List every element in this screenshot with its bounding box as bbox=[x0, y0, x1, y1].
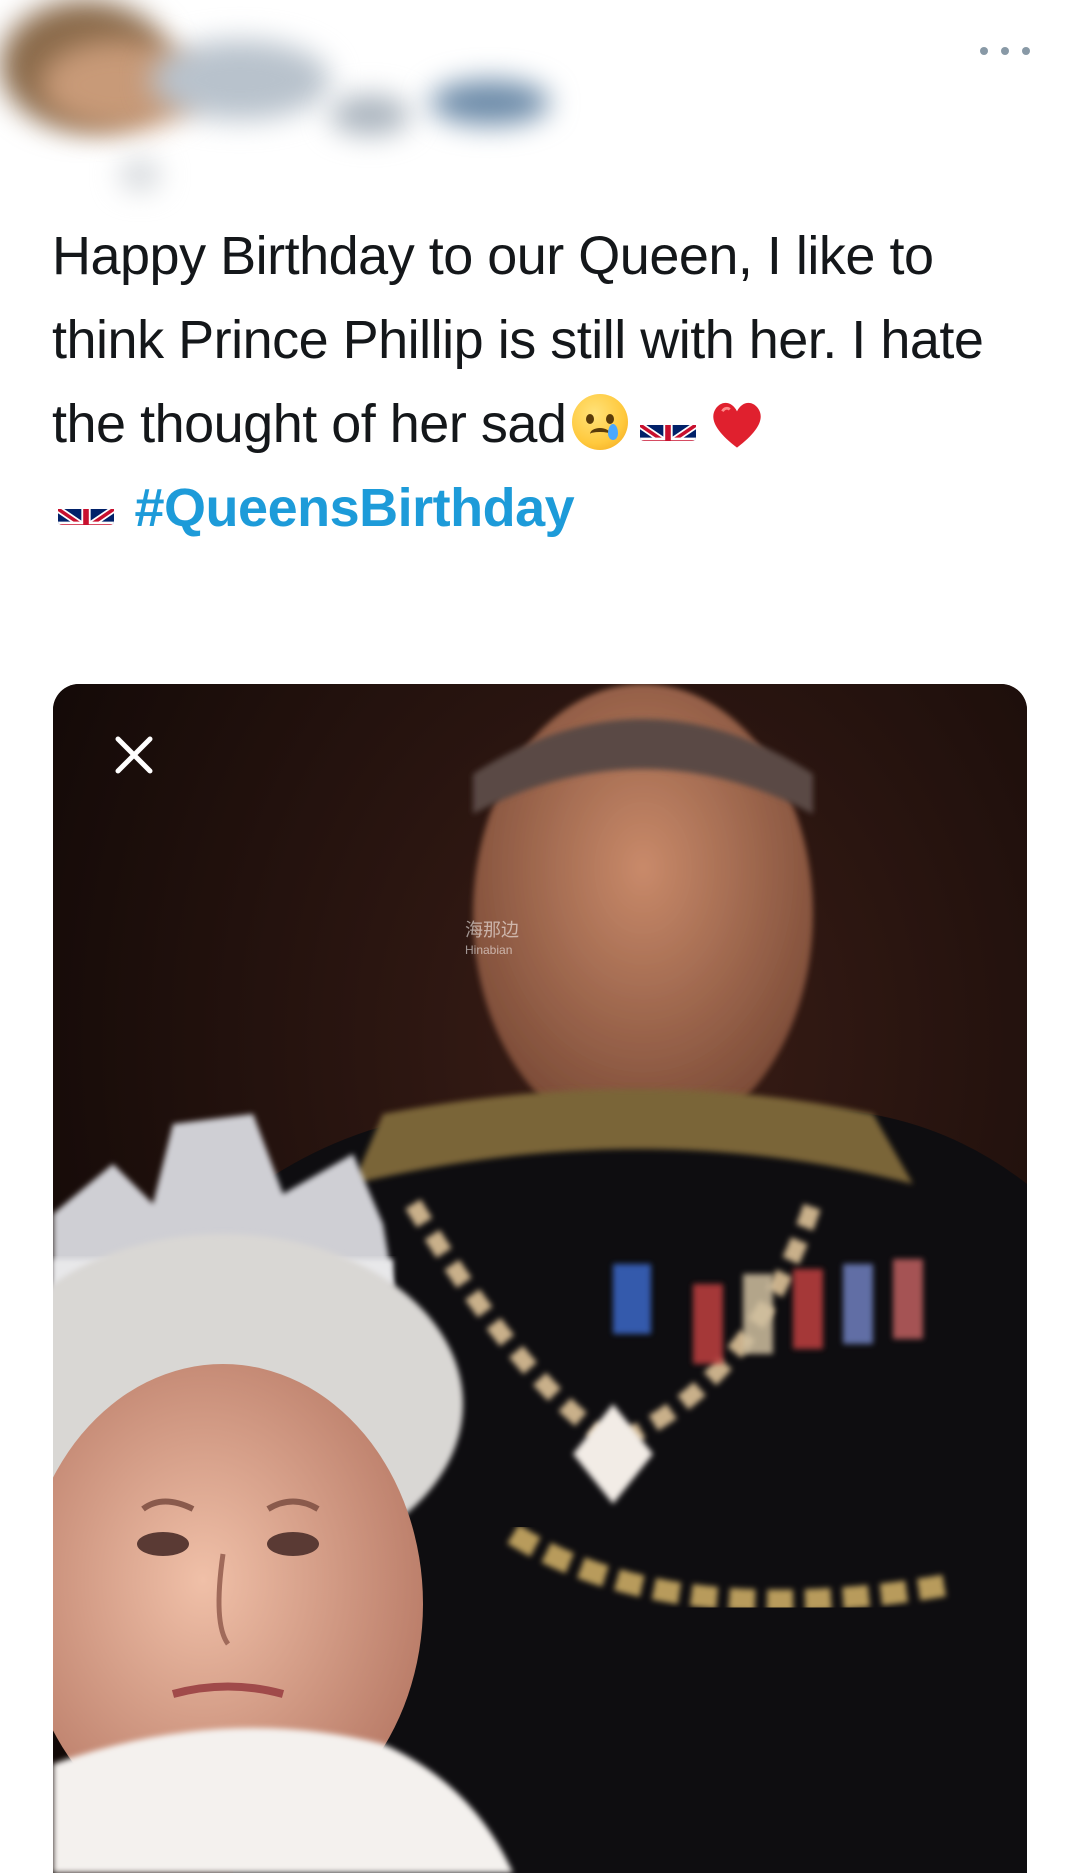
more-options-button[interactable] bbox=[980, 36, 1030, 66]
photo-illustration bbox=[53, 684, 1027, 1873]
hashtag-link[interactable]: #QueensBirthday bbox=[135, 478, 575, 538]
watermark-main: 海那边 bbox=[465, 920, 519, 940]
tweet-body: Happy Birthday to our Queen, I like to t… bbox=[52, 214, 1012, 550]
watermark: 海那边 Hinabian bbox=[465, 920, 519, 960]
tweet-photo[interactable]: 海那边 Hinabian bbox=[53, 684, 1027, 1873]
uk-flag-icon bbox=[640, 403, 697, 441]
more-horizontal-icon bbox=[980, 47, 988, 55]
blurred-user-header bbox=[0, 0, 620, 200]
more-dot bbox=[1022, 47, 1030, 55]
close-button[interactable] bbox=[103, 724, 165, 786]
more-dot bbox=[1001, 47, 1009, 55]
uk-flag-icon bbox=[58, 487, 114, 525]
red-heart-icon bbox=[708, 393, 766, 451]
watermark-sub: Hinabian bbox=[465, 943, 513, 957]
crying-face-icon bbox=[572, 393, 629, 450]
tweet-text: Happy Birthday to our Queen, I like to t… bbox=[52, 226, 998, 454]
close-icon bbox=[115, 736, 153, 774]
